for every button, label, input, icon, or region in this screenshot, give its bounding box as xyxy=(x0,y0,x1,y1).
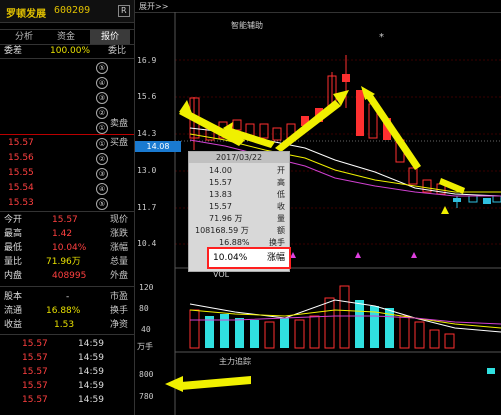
quote-label2: 股本 xyxy=(4,292,23,302)
quote-row: 总量 71.96万 量比 xyxy=(0,256,134,269)
tick-time: 14:59 xyxy=(78,367,104,377)
sell-2-index: ② xyxy=(96,107,108,119)
tooltip-date: 2017/03/22 xyxy=(189,152,289,163)
tooltip-label: 低 xyxy=(277,190,285,199)
tick-time: 14:59 xyxy=(78,339,104,349)
quote-row: 市盈 - 股本 xyxy=(0,291,134,304)
tab-quote[interactable]: 报价 xyxy=(90,30,130,44)
quote-value: - xyxy=(66,292,70,302)
quote-label: 市盈 xyxy=(110,292,129,302)
tab-funds[interactable]: 资金 xyxy=(46,30,86,44)
tooltip-value: 13.83 xyxy=(209,190,232,199)
quote-value: 1.53 xyxy=(54,320,75,330)
quote-label: 净资 xyxy=(110,320,129,330)
order-ratio-label: 委比 xyxy=(108,46,127,56)
tick-price: 15.57 xyxy=(22,339,48,349)
buy-label: 买盘 xyxy=(110,138,129,148)
quote-label: 外盘 xyxy=(110,271,129,281)
change-highlight-value: 10.04% xyxy=(213,253,248,263)
tooltip-value: 108168.59 万 xyxy=(195,226,249,235)
quote-row: 净资 1.53 收益 xyxy=(0,319,134,332)
quote-row: 外盘 408995 内盘 xyxy=(0,270,134,283)
svg-text:*: * xyxy=(379,32,384,43)
quote-label: 涨幅 xyxy=(110,243,129,253)
quote-row: 涨跌 1.42 最高 xyxy=(0,228,134,241)
quote-panel: 罗顿发展 600209 R 分析 资金 报价 委比 100.00% 委差 ⑤ ④… xyxy=(0,0,135,415)
buy-2-price[interactable]: 15.56 xyxy=(8,153,34,163)
buy-3-price[interactable]: 15.55 xyxy=(8,168,34,178)
tooltip-value: 15.57 xyxy=(209,178,232,187)
tick-price: 15.57 xyxy=(22,353,48,363)
cursor-price-tag: 14.08 xyxy=(135,141,181,152)
quote-label2: 内盘 xyxy=(4,271,23,281)
buy-4-price[interactable]: 15.54 xyxy=(8,183,34,193)
quote-label2: 量比 xyxy=(4,257,23,267)
tick-price: 15.57 xyxy=(22,395,48,405)
tick-time: 14:59 xyxy=(78,353,104,363)
quote-row: 换手 16.88% 流通 xyxy=(0,305,134,318)
buy-5-price[interactable]: 15.53 xyxy=(8,198,34,208)
sell-3-index: ③ xyxy=(96,92,108,104)
quote-label2: 最高 xyxy=(4,229,23,239)
tick-row: 14:59 15.57 xyxy=(0,394,134,407)
change-highlight-box: 10.04% 涨幅 xyxy=(207,247,291,269)
tooltip-label: 额 xyxy=(277,226,285,235)
tick-time: 14:59 xyxy=(78,395,104,405)
order-diff-label: 委差 xyxy=(4,46,23,56)
quote-value: 15.57 xyxy=(52,215,78,225)
quote-value: 408995 xyxy=(52,271,87,281)
stock-code: 600209 xyxy=(54,5,91,16)
sell-label: 卖盘 xyxy=(110,119,129,129)
tick-time: 14:59 xyxy=(78,381,104,391)
quote-label2: 今开 xyxy=(4,215,23,225)
order-ratio-value: 100.00% xyxy=(50,46,91,56)
tooltip-label: 收 xyxy=(277,202,285,211)
tab-bar: 分析 资金 报价 xyxy=(0,29,134,45)
quote-label: 换手 xyxy=(110,306,129,316)
tick-row: 14:59 15.57 xyxy=(0,338,134,351)
quote-label2: 流通 xyxy=(4,306,23,316)
quote-value: 16.88% xyxy=(46,306,81,316)
buy-1-price[interactable]: 15.57 xyxy=(8,138,34,148)
tick-price: 15.57 xyxy=(22,367,48,377)
quote-row: 现价 15.57 今开 xyxy=(0,214,134,227)
sell-4-index: ④ xyxy=(96,77,108,89)
change-highlight-label: 涨幅 xyxy=(266,253,285,263)
tooltip-label: 高 xyxy=(277,178,285,187)
quote-label: 涨跌 xyxy=(110,229,129,239)
quote-row: 涨幅 10.04% 最低 xyxy=(0,242,134,255)
tooltip-label: 量 xyxy=(277,214,285,223)
quote-value: 10.04% xyxy=(52,243,87,253)
buy-3-index: ③ xyxy=(96,168,108,180)
stock-name: 罗顿发展 xyxy=(6,9,46,20)
buy-1-index: ① xyxy=(96,138,108,150)
buy-2-index: ② xyxy=(96,153,108,165)
quote-label: 总量 xyxy=(110,257,129,267)
tab-analysis[interactable]: 分析 xyxy=(4,30,44,44)
quote-label2: 最低 xyxy=(4,243,23,253)
tick-row: 14:59 15.57 xyxy=(0,380,134,393)
stock-header: 罗顿发展 600209 R xyxy=(0,0,134,23)
buy-5-index: ⑤ xyxy=(96,198,108,210)
sell-1-index: ① xyxy=(96,122,108,134)
tooltip-value: 14.00 xyxy=(209,166,232,175)
sell-5-index: ⑤ xyxy=(96,62,108,74)
quote-label: 现价 xyxy=(110,215,129,225)
quote-label2: 收益 xyxy=(4,320,23,330)
order-ratio-row: 委比 100.00% 委差 xyxy=(0,45,134,58)
tooltip-label: 开 xyxy=(277,166,285,175)
tick-row: 14:59 15.57 xyxy=(0,352,134,365)
tick-row: 14:59 15.57 xyxy=(0,366,134,379)
r-badge[interactable]: R xyxy=(118,5,130,17)
quote-value: 71.96万 xyxy=(46,257,81,267)
tick-price: 15.57 xyxy=(22,381,48,391)
tooltip-value: 15.57 xyxy=(209,202,232,211)
buy-4-index: ④ xyxy=(96,183,108,195)
tooltip-value: 71.96 万 xyxy=(209,214,243,223)
quote-value: 1.42 xyxy=(52,229,73,239)
